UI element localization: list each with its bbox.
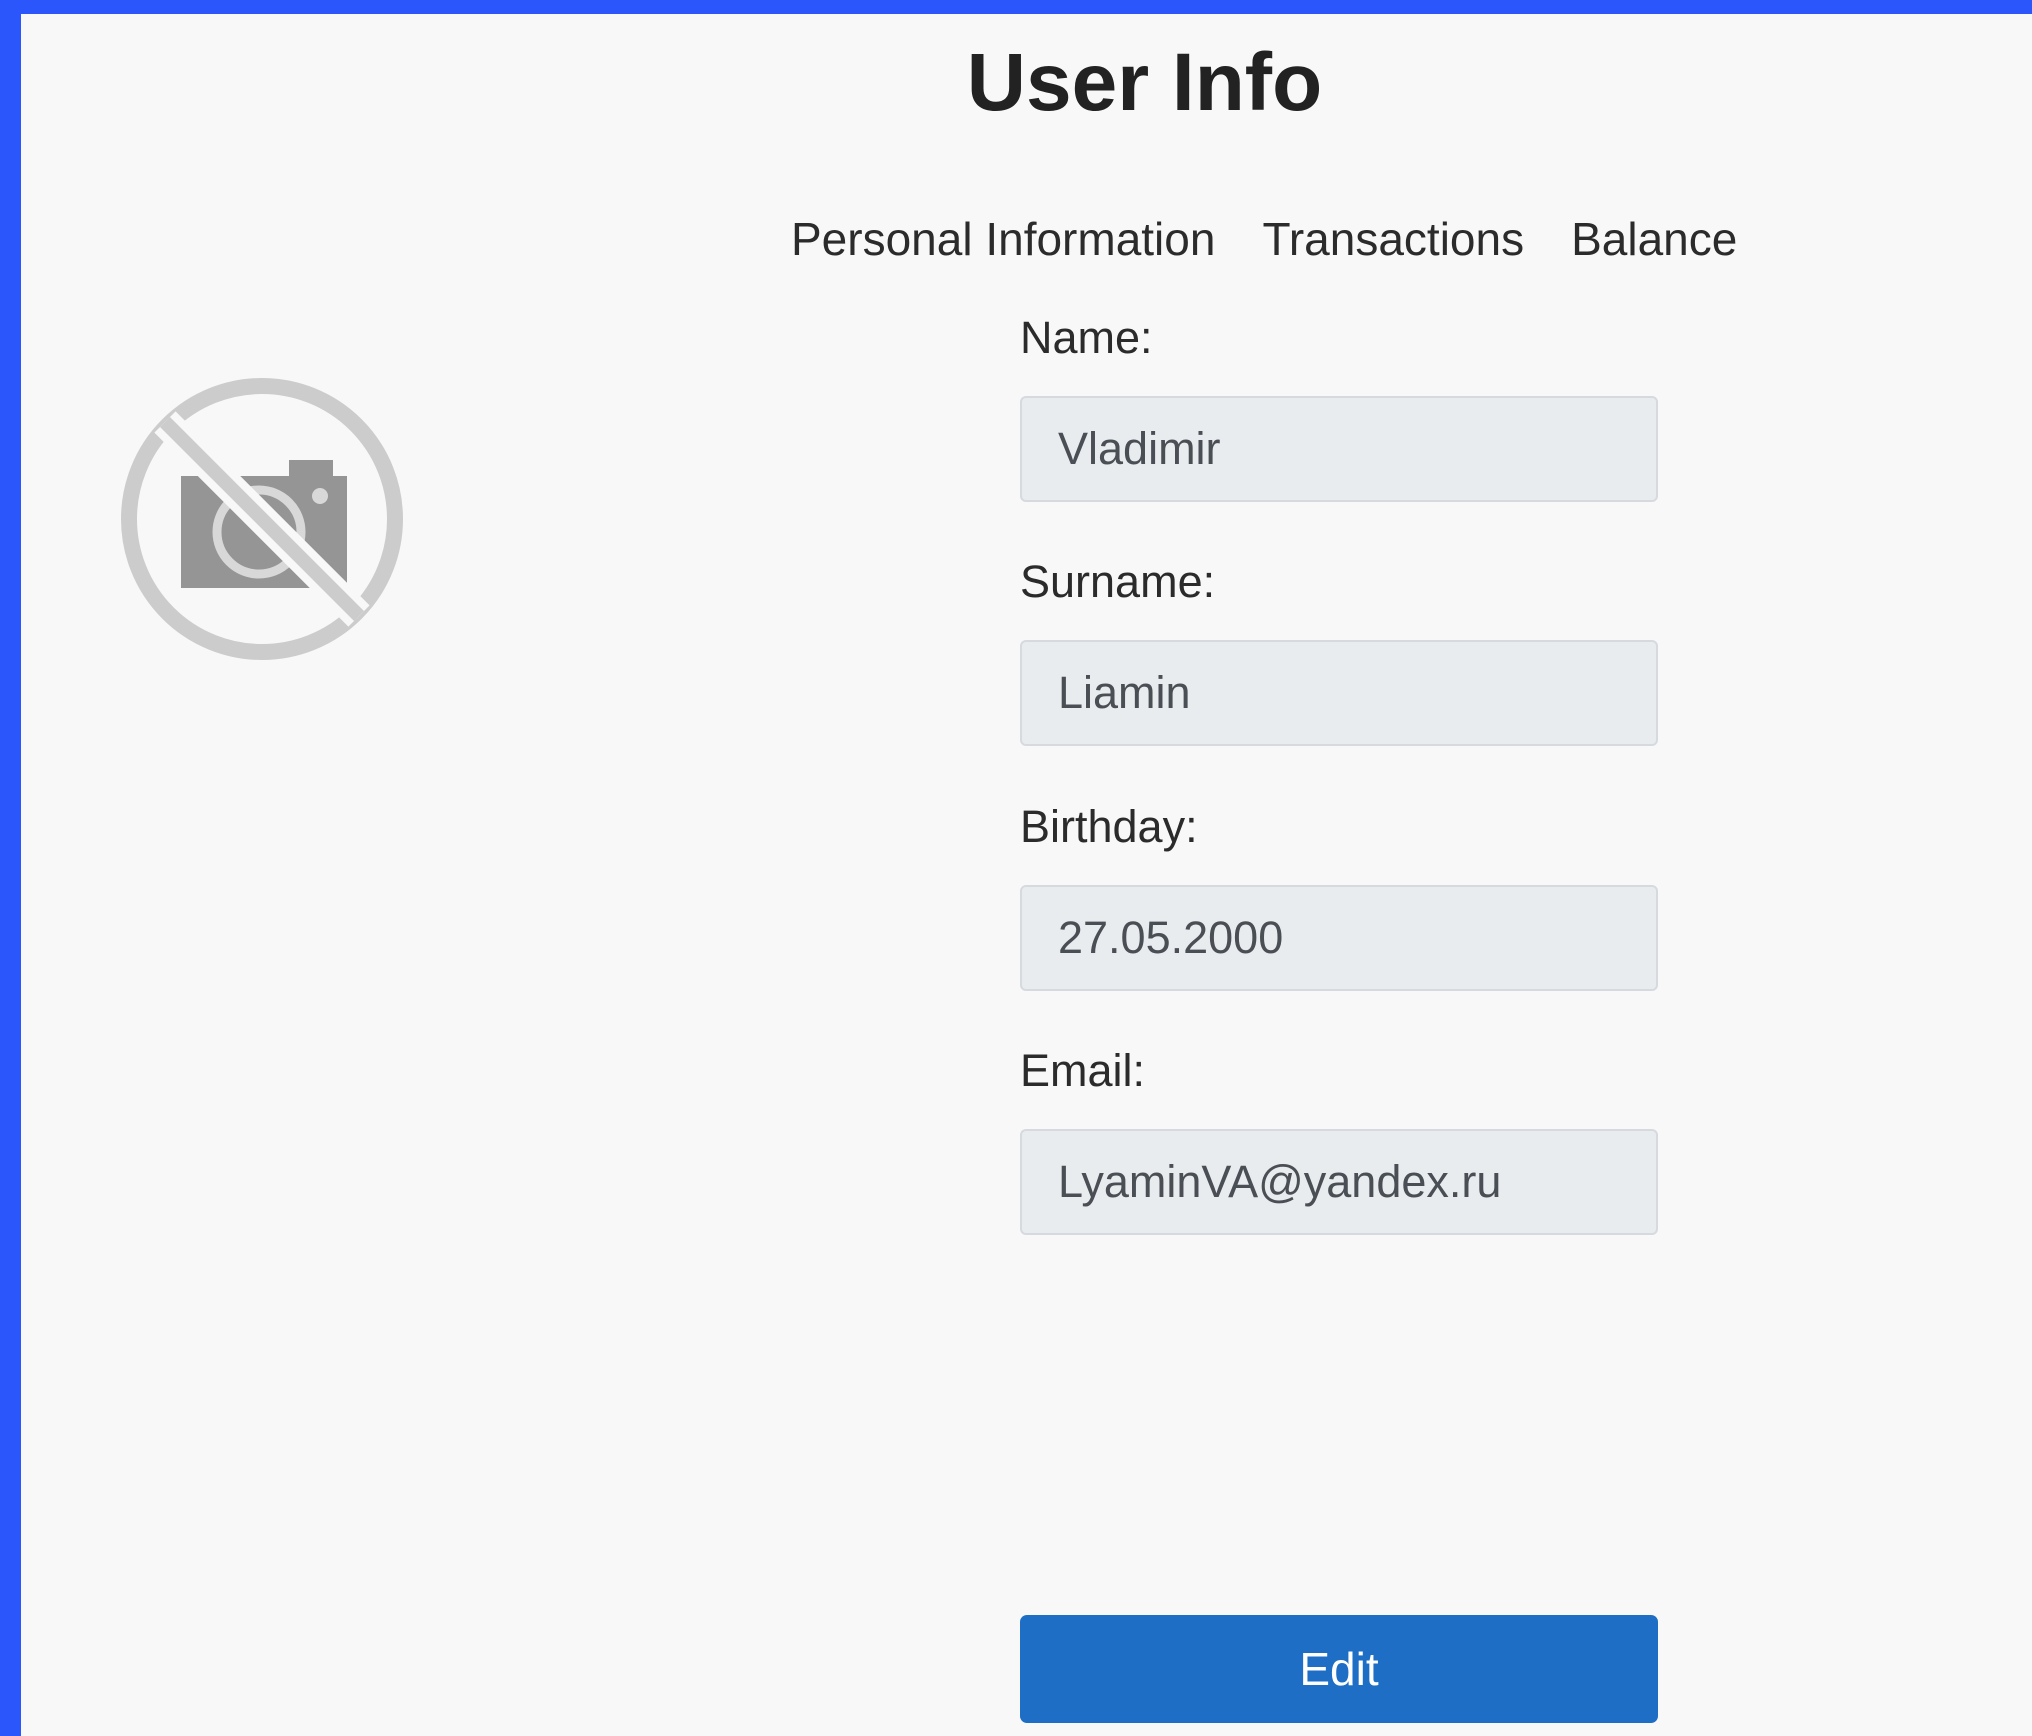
birthday-field[interactable] [1020, 885, 1658, 991]
tab-personal-information[interactable]: Personal Information [791, 212, 1215, 267]
surname-field[interactable] [1020, 640, 1658, 746]
tab-balance[interactable]: Balance [1571, 212, 1737, 267]
no-photo-icon [121, 378, 403, 660]
email-field[interactable] [1020, 1129, 1658, 1235]
birthday-label: Birthday: [1020, 801, 1198, 852]
tab-bar: Personal Information Transactions Balanc… [791, 212, 1737, 267]
tab-transactions[interactable]: Transactions [1262, 212, 1524, 267]
surname-label: Surname: [1020, 556, 1216, 607]
edit-button[interactable]: Edit [1020, 1615, 1658, 1723]
name-label: Name: [1020, 312, 1153, 363]
avatar [119, 376, 405, 662]
user-info-panel: User Info Personal Information Transacti… [21, 14, 2032, 1736]
email-label: Email: [1020, 1045, 1146, 1096]
page-title: User Info [966, 37, 1323, 128]
name-field[interactable] [1020, 396, 1658, 502]
